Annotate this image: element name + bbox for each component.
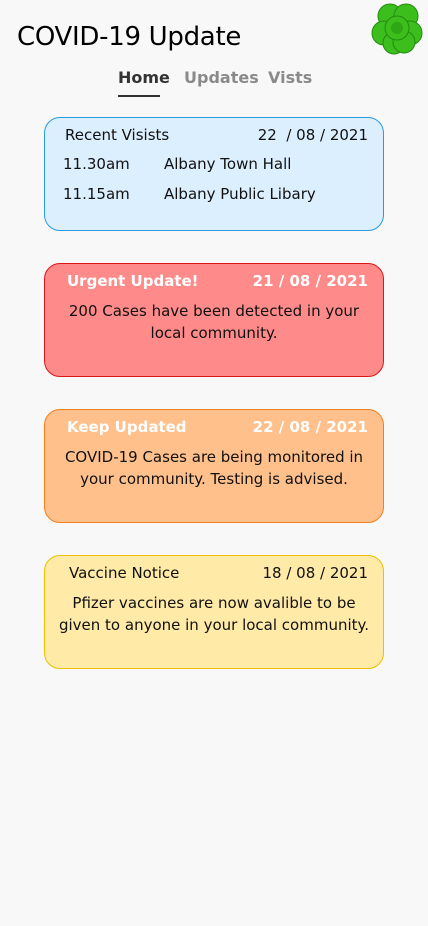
card-message: 200 Cases have been detected in your loc… (68, 302, 360, 342)
active-tab-indicator (118, 95, 160, 97)
card-title: Keep Updated (67, 418, 187, 436)
card-message: Pfizer vaccines are now avalible to be g… (58, 594, 370, 634)
card-date: 22 / 08 / 2021 (257, 126, 368, 144)
page-title: COVID-19 Update (17, 22, 242, 52)
card-title: Recent Visists (65, 126, 170, 144)
tab-vists[interactable]: Vists (268, 68, 312, 95)
vaccine-notice-card[interactable]: Vaccine Notice 18 / 08 / 2021 Pfizer vac… (44, 555, 384, 669)
card-header: Vaccine Notice 18 / 08 / 2021 (45, 564, 383, 586)
card-title: Vaccine Notice (69, 564, 180, 582)
card-date: 18 / 08 / 2021 (262, 564, 368, 582)
recent-visits-card[interactable]: Recent Visists 22 / 08 / 2021 11.30am Al… (44, 117, 384, 231)
visit-time: 11.30am (63, 155, 130, 173)
visit-place: Albany Public Libary (164, 185, 316, 203)
urgent-update-card[interactable]: Urgent Update! 21 / 08 / 2021 200 Cases … (44, 263, 384, 377)
card-title: Urgent Update! (67, 272, 199, 290)
tab-updates[interactable]: Updates (184, 68, 259, 95)
keep-updated-card[interactable]: Keep Updated 22 / 08 / 2021 COVID-19 Cas… (44, 409, 384, 523)
card-message: COVID-19 Cases are being monitored in yo… (64, 448, 364, 488)
card-header: Keep Updated 22 / 08 / 2021 (45, 418, 383, 440)
visit-time: 11.15am (63, 185, 130, 203)
visit-place: Albany Town Hall (164, 155, 292, 173)
four-leaf-clover-icon (366, 0, 428, 58)
card-header: Recent Visists 22 / 08 / 2021 (45, 126, 383, 148)
tab-home[interactable]: Home (118, 68, 170, 95)
card-date: 22 / 08 / 2021 (252, 418, 368, 436)
card-date: 21 / 08 / 2021 (252, 272, 368, 290)
card-header: Urgent Update! 21 / 08 / 2021 (45, 272, 383, 294)
tab-bar: Home Updates Vists (0, 66, 428, 100)
